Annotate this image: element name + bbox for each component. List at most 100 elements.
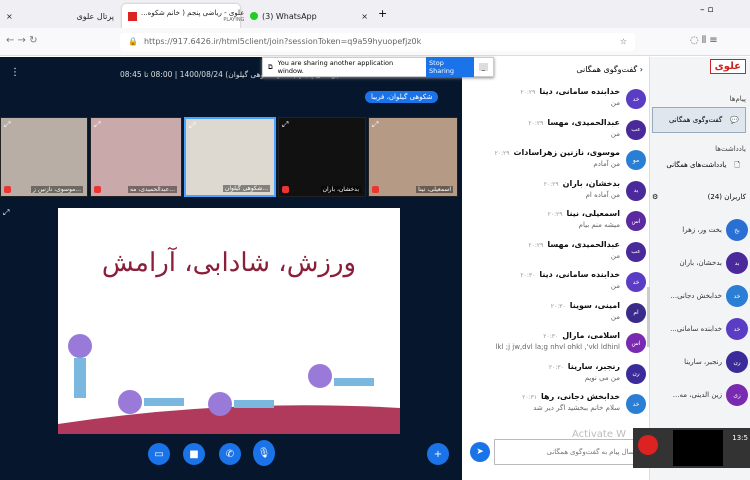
close-icon[interactable]: × (6, 12, 13, 21)
user-name: زین الدینی، مه... (672, 391, 722, 399)
recorder-widget: 13:5 (633, 428, 750, 468)
user-list-item[interactable]: رن رنجبر، سارینا (650, 349, 750, 379)
back-icon[interactable]: ‹ (637, 65, 643, 74)
sender-name: اسلامی، مارال۲۰:۳۰ (543, 331, 620, 340)
chat-message: خد خدابنده سامانی، دینا۲۰:۲۹ من (462, 87, 650, 115)
slide-illustration (58, 334, 400, 434)
sender-name: بدخشان، باران۲۰:۲۹ (544, 179, 620, 188)
user-list-item[interactable]: زی زین الدینی، مه... (650, 382, 750, 412)
sender-name: عبدالحمیدی، مهسا۲۰:۲۹ (528, 118, 620, 127)
shared-notes-item[interactable]: 🗋 یادداشت‌های همگانی (660, 161, 746, 172)
timestamp: ۲۰:۳۰ (543, 333, 559, 340)
back-forward-reload-icon[interactable]: ← → ↻ (6, 35, 38, 46)
sender: اسلامی، مارال (562, 331, 620, 340)
tab-portal[interactable]: پرتال علوی × (0, 4, 120, 28)
send-button[interactable]: ➤ (470, 442, 490, 462)
message-text: lkl ;j jw,dvl la;g nhvl ohkl ,'vkl ldhin… (495, 343, 620, 351)
message-text: من آمادم (593, 160, 620, 168)
video-tile-active[interactable]: ⤢ شکوهی گیلوان... (184, 117, 276, 197)
chat-message: خد خدابنده سامانی، دینا۲۰:۳۰ من (462, 270, 650, 298)
url-text: https://917.6426.ir/html5client/join?ses… (143, 37, 422, 46)
microphone-button[interactable]: 🎙 (253, 440, 275, 466)
timestamp: ۲۰:۲۹ (528, 241, 544, 249)
users-header: کاربران (24) ⚙ (652, 193, 746, 201)
user-list-item[interactable]: بخ بخت ور، زهرا (650, 217, 750, 247)
message-text: من (610, 129, 620, 138)
message-text: من می نویم (584, 373, 620, 382)
new-tab-icon[interactable]: + (378, 7, 387, 20)
timestamp: ۲۰:۲۹ (543, 180, 559, 188)
more-options-icon[interactable]: ⋮ (10, 67, 20, 78)
user-list-item[interactable]: بد بدخشان، باران (650, 250, 750, 280)
avatar: خد (626, 272, 646, 292)
user-list-item[interactable]: خد خدابخش دجانی... (650, 283, 750, 313)
expand-icon[interactable]: ⤢ (94, 120, 100, 130)
presentation-slide: ورزش، شادابی، آرامش (58, 208, 400, 434)
slide-title: ورزش، شادابی، آرامش (101, 248, 357, 278)
avatar: خد (726, 285, 748, 307)
video-tile[interactable]: ⤢ بدخشان، باران (278, 117, 366, 197)
logo: علوی (709, 59, 746, 74)
timestamp: ۲۰:۳۰ (550, 302, 566, 310)
tile-name: موسوی، نازنین ز... (31, 186, 83, 193)
chat-message: بد بدخشان، باران۲۰:۲۹ من آماده ام (462, 179, 650, 207)
video-tile[interactable]: ⤢ اسمعیلی، نینا (368, 117, 458, 197)
avatar: اس (626, 333, 646, 353)
record-button[interactable] (638, 435, 658, 455)
video-tile[interactable]: ⤢ موسوی، نازنین ز... (0, 117, 88, 197)
chat-message: عب عبدالحمیدی، مهسا۲۰:۲۹ من (462, 118, 650, 146)
settings-gear-icon[interactable]: ⚙ (652, 193, 658, 201)
toolbar-icons[interactable]: ◌ ⫴ ≡ (690, 35, 718, 46)
browser-tab-bar: پرتال علوی × علوی - ریاضی پنجم ( خانم شکو… (0, 0, 750, 28)
expand-icon[interactable]: ⤢ (282, 120, 288, 130)
sender-name: اسمعیلی، نینا۲۰:۲۹ (548, 209, 620, 218)
recorder-time: 13:5 (732, 434, 748, 442)
stop-sharing-button[interactable]: Stop Sharing (426, 57, 474, 77)
user-name: بخت ور، زهرا (682, 226, 722, 234)
close-icon[interactable]: × (361, 12, 368, 21)
camera-button[interactable]: ■ (183, 443, 205, 465)
avatar: رن (726, 351, 748, 373)
window-controls-icon[interactable]: – ▫ (700, 5, 713, 15)
timestamp: ۲۰:۲۹ (547, 211, 563, 218)
minimize-banner-button[interactable]: _ (478, 63, 489, 71)
mic-muted-icon (372, 186, 379, 193)
chat-message: مو موسوی، نازنین زهراسادات۲۰:۲۹ من آمادم (462, 148, 650, 176)
mic-muted-icon (282, 186, 289, 193)
sender: بدخشان، باران (562, 178, 620, 188)
message-text: من (610, 99, 620, 107)
chat-input[interactable] (494, 439, 644, 465)
video-tile[interactable]: ⤢ عبدالحمیدی، مه... (90, 117, 182, 197)
tab-label: (3) WhatsApp (262, 11, 317, 21)
sender: عبدالحمیدی، مهسا (547, 239, 620, 249)
timestamp: ۲۰:۳۰ (548, 363, 564, 371)
expand-icon[interactable]: ⤢ (189, 121, 195, 131)
sender: امینی، سوینا (569, 300, 620, 310)
tab-class[interactable]: علوی - ریاضی پنجم ( خانم شکوه... PLAYING (122, 4, 244, 28)
share-screen-button[interactable]: ▭ (148, 443, 170, 465)
add-button[interactable]: + (427, 443, 449, 465)
expand-icon[interactable]: ⤢ (3, 208, 9, 218)
phone-button[interactable]: ✆ (219, 443, 241, 465)
chat-message: خد خدابخش دجانی، رها۲۰:۳۱ سلام خانم ببخشید… (462, 392, 650, 420)
public-chat-item[interactable]: 💬 گفت‌وگوی همگانی (652, 107, 746, 133)
mic-muted-icon (94, 186, 101, 193)
avatar: رن (626, 363, 646, 384)
sender: خدابنده سامانی، دینا (539, 87, 620, 96)
user-name: رنجبر، سارینا (684, 358, 722, 366)
message-text: من (610, 312, 620, 321)
tile-name: شکوهی گیلوان... (222, 185, 270, 192)
chat-header[interactable]: ‹ گفت‌وگوی همگانی (576, 65, 643, 74)
user-list-item[interactable]: خد خدابنده سامانی... (650, 316, 750, 346)
bookmark-star-icon[interactable]: ☆ (620, 37, 627, 47)
sender-name: امینی، سوینا۲۰:۳۰ (551, 301, 620, 310)
url-bar[interactable]: 🔒 https://917.6426.ir/html5client/join?se… (120, 33, 635, 51)
sender-name: خدابنده سامانی، دینا۲۰:۳۰ (520, 270, 620, 279)
expand-icon[interactable]: ⤢ (4, 120, 10, 130)
chat-icon: 💬 (730, 116, 739, 124)
expand-icon[interactable]: ⤢ (372, 120, 378, 130)
chat-message: اس اسمعیلی، نینا۲۰:۲۹ میشه منم بیام (462, 209, 650, 237)
avatar: عب (626, 119, 646, 140)
sender-name: موسوی، نازنین زهراسادات۲۰:۲۹ (495, 148, 620, 157)
tab-whatsapp[interactable]: (3) WhatsApp × (244, 4, 374, 28)
